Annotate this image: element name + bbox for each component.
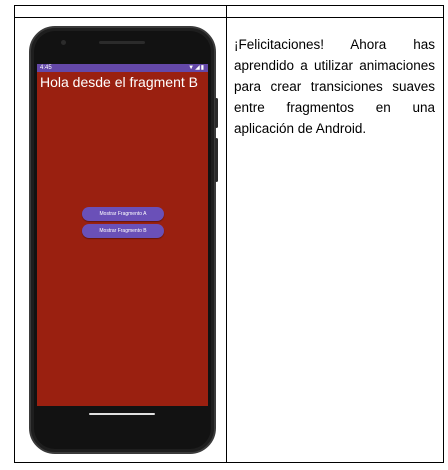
phone-mockup: 4:45 ▼◢▮ Hola desde el fragment B Mostra…	[29, 26, 218, 454]
status-icons: ▼◢▮	[188, 65, 205, 71]
show-fragment-a-button[interactable]: Mostrar Fragmento A	[82, 207, 164, 221]
power-button	[215, 98, 218, 128]
column-divider	[226, 6, 227, 462]
speaker-grille	[99, 41, 145, 44]
camera-icon	[61, 40, 66, 45]
status-time: 4:45	[40, 65, 52, 71]
fragment-title: Hola desde el fragment B	[40, 74, 198, 90]
document-table: 4:45 ▼◢▮ Hola desde el fragment B Mostra…	[14, 5, 444, 463]
phone-screen: 4:45 ▼◢▮ Hola desde el fragment B Mostra…	[37, 64, 208, 406]
home-indicator[interactable]	[89, 413, 155, 415]
volume-button	[215, 138, 218, 182]
description-text: ¡Felicitaciones! Ahora has aprendido a u…	[234, 37, 435, 136]
table-top-row	[15, 6, 443, 18]
show-fragment-b-button[interactable]: Mostrar Fragmento B	[82, 224, 164, 238]
status-bar: 4:45 ▼◢▮	[37, 64, 208, 72]
